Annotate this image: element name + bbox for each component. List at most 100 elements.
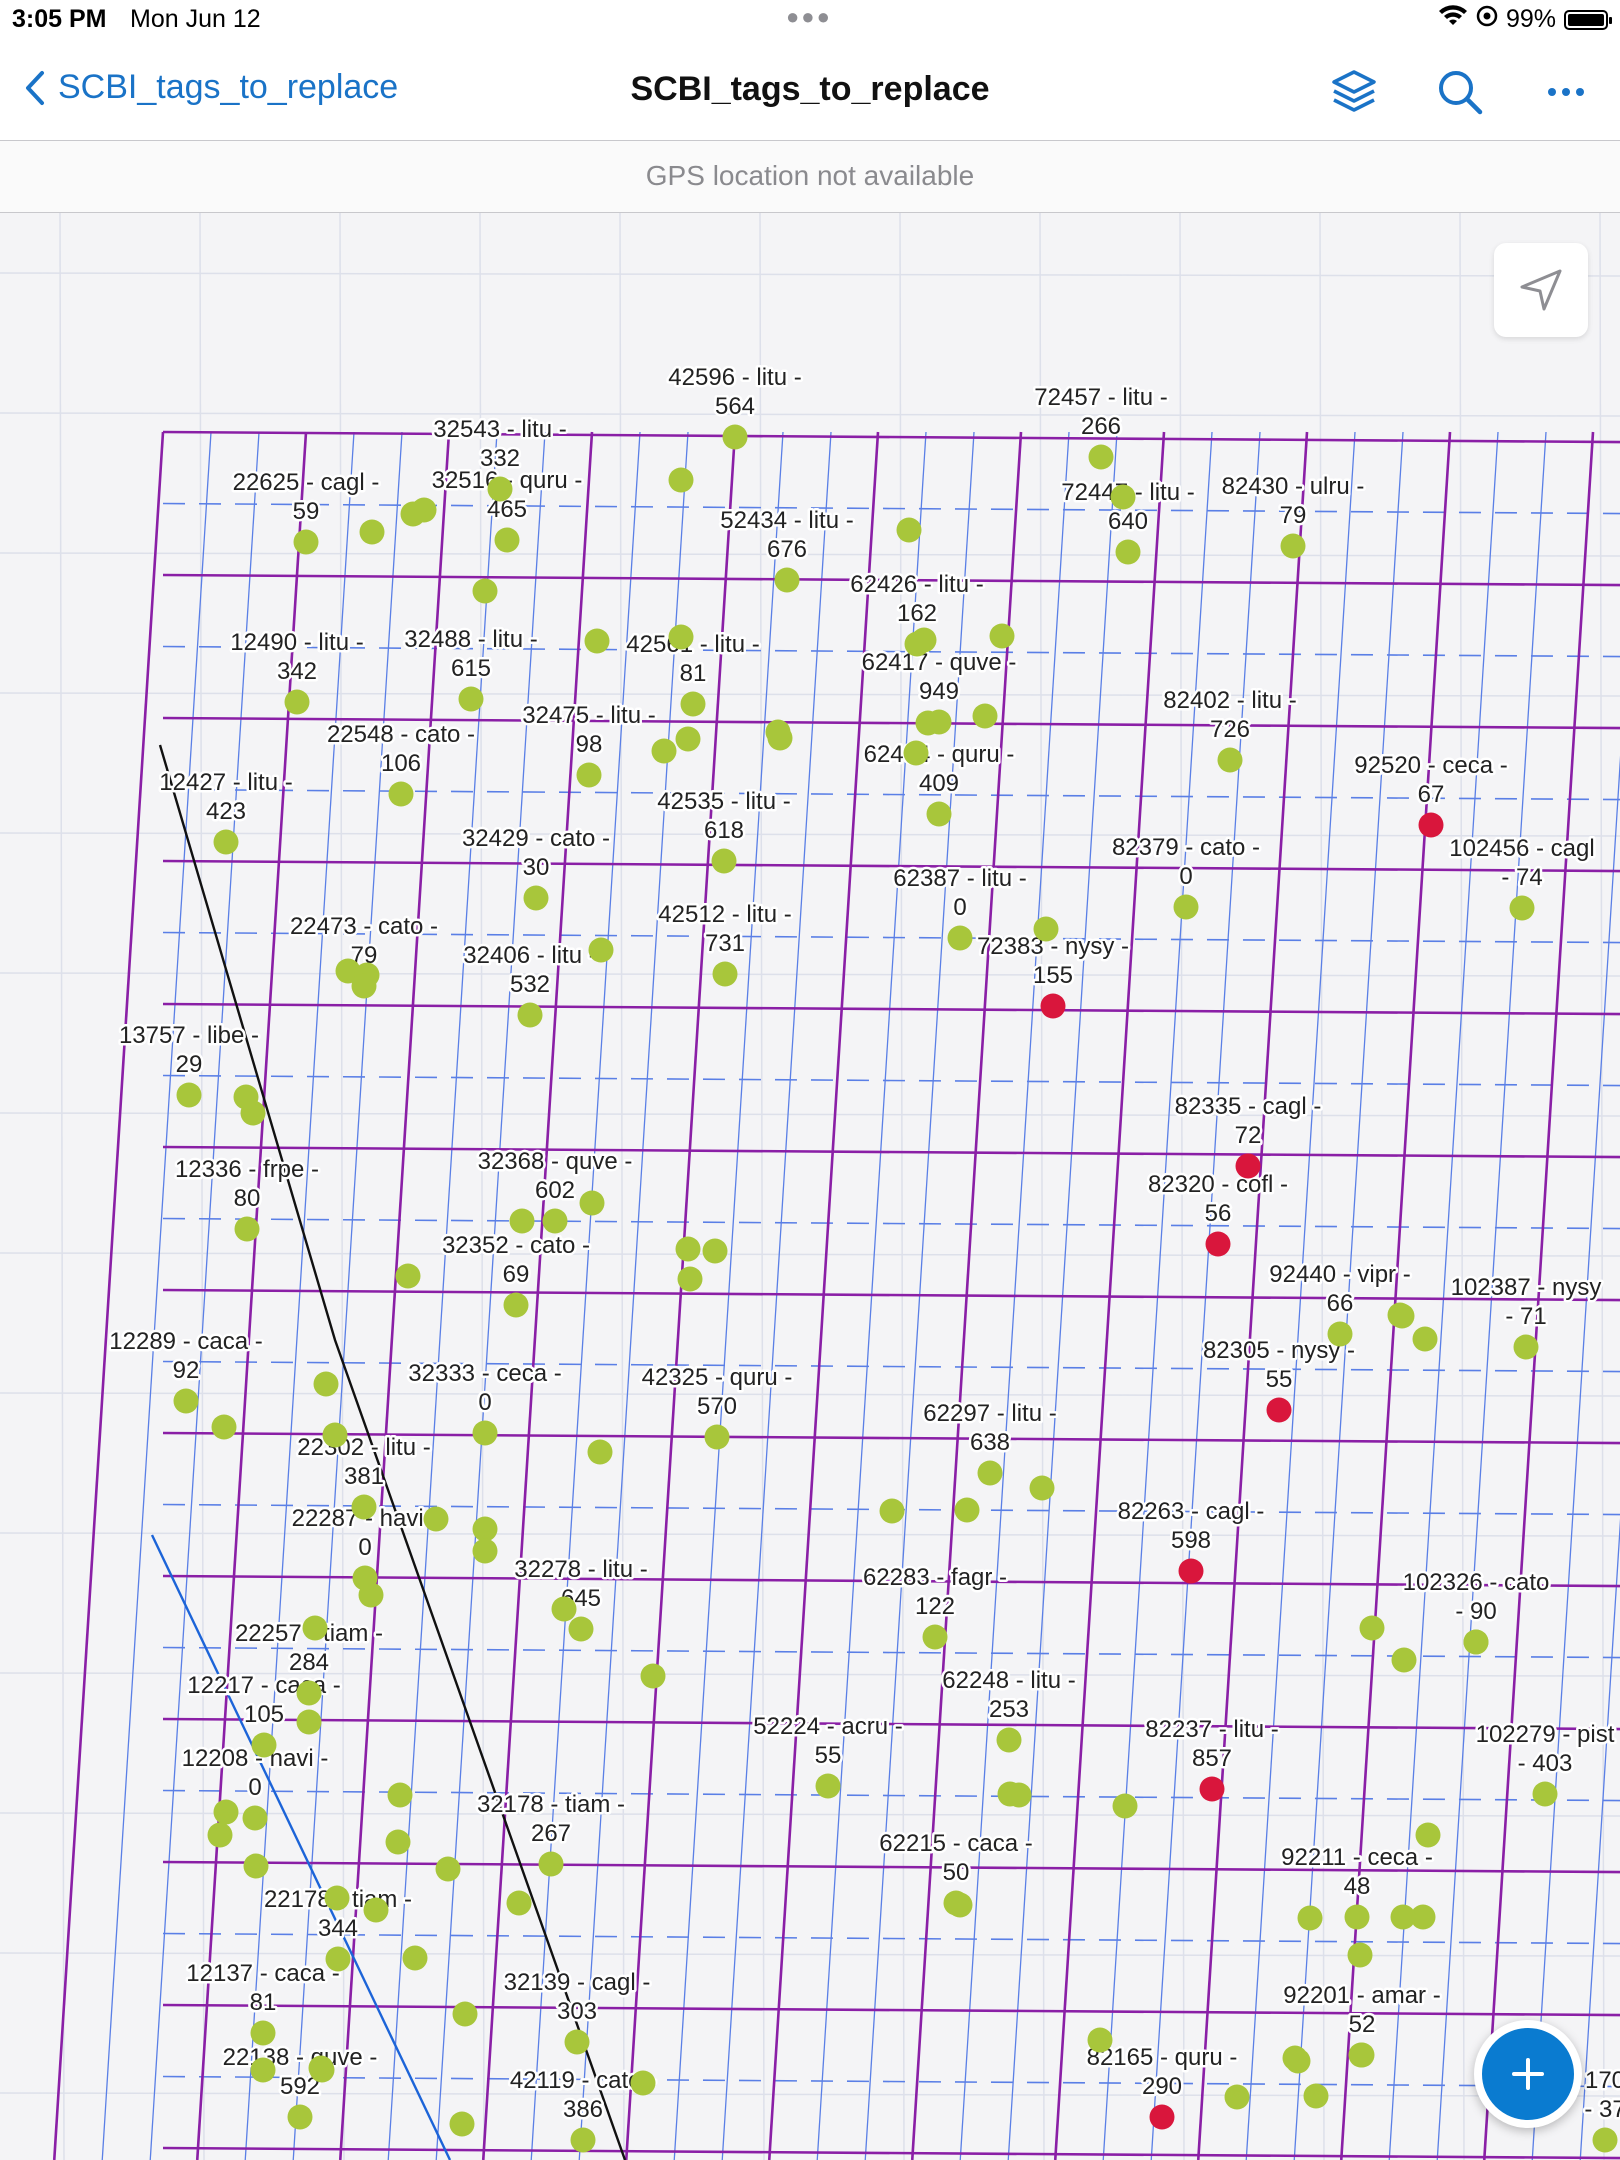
tree-point[interactable] [1513, 1334, 1539, 1360]
tree-point[interactable] [1303, 2083, 1329, 2109]
tree-point[interactable] [296, 1709, 322, 1735]
tree-point[interactable] [668, 624, 694, 650]
tree-point[interactable] [926, 801, 952, 827]
tree-point[interactable] [1412, 1326, 1438, 1352]
tree-point[interactable] [494, 527, 520, 553]
flagged-tree-point[interactable] [1149, 2104, 1175, 2130]
tree-point[interactable] [538, 1851, 564, 1877]
tree-point[interactable] [651, 738, 677, 764]
tree-point[interactable] [1280, 533, 1306, 559]
back-label[interactable]: SCBI_tags_to_replace [58, 68, 398, 107]
tree-point[interactable] [211, 1414, 237, 1440]
tree-point[interactable] [570, 2127, 596, 2153]
tree-point[interactable] [251, 1732, 277, 1758]
tree-point[interactable] [588, 937, 614, 963]
back-button[interactable]: SCBI_tags_to_replace [24, 68, 398, 107]
tree-point[interactable] [587, 1439, 613, 1465]
tree-point[interactable] [325, 1946, 351, 1972]
tree-point[interactable] [722, 424, 748, 450]
tree-point[interactable] [1087, 2027, 1113, 2053]
tree-point[interactable] [640, 1663, 666, 1689]
tree-point[interactable] [472, 1538, 498, 1564]
tree-point[interactable] [954, 1497, 980, 1523]
tree-point[interactable] [926, 709, 952, 735]
tree-point[interactable] [1088, 444, 1114, 470]
tree-point[interactable] [351, 973, 377, 999]
tree-point[interactable] [296, 1680, 322, 1706]
tree-point[interactable] [293, 529, 319, 555]
tree-point[interactable] [302, 1615, 328, 1641]
tree-point[interactable] [972, 703, 998, 729]
tree-point[interactable] [449, 2111, 475, 2137]
tree-point[interactable] [207, 1822, 233, 1848]
tree-point[interactable] [1115, 539, 1141, 565]
tree-point[interactable] [896, 517, 922, 543]
map-canvas[interactable]: 42596 - litu -564 72457 - litu -266 32543 … [0, 213, 1620, 2160]
tree-point[interactable] [1359, 1615, 1385, 1641]
tree-point[interactable] [943, 1890, 969, 1916]
tree-point[interactable] [363, 1897, 389, 1923]
tree-point[interactable] [767, 725, 793, 751]
tree-point[interactable] [385, 1829, 411, 1855]
tree-point[interactable] [176, 1082, 202, 1108]
tree-point[interactable] [1327, 1321, 1353, 1347]
tree-point[interactable] [1387, 1302, 1413, 1328]
tree-point[interactable] [234, 1216, 260, 1242]
tree-point[interactable] [472, 1420, 498, 1446]
tree-point[interactable] [472, 578, 498, 604]
tree-point[interactable] [1349, 2042, 1375, 2068]
tree-point[interactable] [351, 1494, 377, 1520]
tree-point[interactable] [1110, 484, 1136, 510]
tree-point[interactable] [313, 1371, 339, 1397]
flagged-tree-point[interactable] [1199, 1776, 1225, 1802]
tree-point[interactable] [213, 829, 239, 855]
more-icon[interactable] [1536, 64, 1596, 120]
tree-point[interactable] [1344, 1904, 1370, 1930]
tree-point[interactable] [324, 1885, 350, 1911]
tree-point[interactable] [542, 1208, 568, 1234]
tree-point[interactable] [711, 848, 737, 874]
tree-point[interactable] [503, 1292, 529, 1318]
tree-point[interactable] [388, 781, 414, 807]
tree-point[interactable] [352, 1565, 378, 1591]
tree-point[interactable] [680, 691, 706, 717]
tree-point[interactable] [1415, 1822, 1441, 1848]
tree-point[interactable] [922, 1624, 948, 1650]
tree-point[interactable] [677, 1266, 703, 1292]
tree-point[interactable] [815, 1773, 841, 1799]
tree-point[interactable] [1347, 1942, 1373, 1968]
tree-point[interactable] [387, 1782, 413, 1808]
tree-point[interactable] [309, 2057, 335, 2083]
tree-point[interactable] [903, 740, 929, 766]
tree-point[interactable] [576, 762, 602, 788]
tree-point[interactable] [675, 726, 701, 752]
tree-point[interactable] [1285, 2048, 1311, 2074]
tree-point[interactable] [233, 1084, 259, 1110]
tree-point[interactable] [1112, 1793, 1138, 1819]
flagged-tree-point[interactable] [1266, 1397, 1292, 1423]
tree-point[interactable] [1224, 2084, 1250, 2110]
tree-point[interactable] [879, 1498, 905, 1524]
tree-point[interactable] [1033, 916, 1059, 942]
locate-me-button[interactable] [1494, 243, 1588, 337]
map-view[interactable]: 42596 - litu -564 72457 - litu -266 32543 … [0, 213, 1620, 2160]
tree-point[interactable] [579, 1190, 605, 1216]
tree-point[interactable] [423, 1506, 449, 1532]
tree-point[interactable] [523, 885, 549, 911]
tree-point[interactable] [977, 1460, 1003, 1486]
add-feature-button[interactable] [1474, 2020, 1582, 2128]
tree-point[interactable] [517, 1002, 543, 1028]
multitasking-dots-icon[interactable]: ●●● [786, 4, 832, 30]
tree-point[interactable] [774, 567, 800, 593]
tree-point[interactable] [1029, 1475, 1055, 1501]
tree-point[interactable] [487, 476, 513, 502]
tree-point[interactable] [213, 1799, 239, 1825]
tree-point[interactable] [1463, 1629, 1489, 1655]
tree-point[interactable] [989, 623, 1015, 649]
flagged-tree-point[interactable] [1418, 812, 1444, 838]
tree-point[interactable] [1006, 1782, 1032, 1808]
tree-point[interactable] [1509, 895, 1535, 921]
tree-point[interactable] [668, 467, 694, 493]
tree-point[interactable] [395, 1263, 421, 1289]
tree-point[interactable] [1532, 1781, 1558, 1807]
